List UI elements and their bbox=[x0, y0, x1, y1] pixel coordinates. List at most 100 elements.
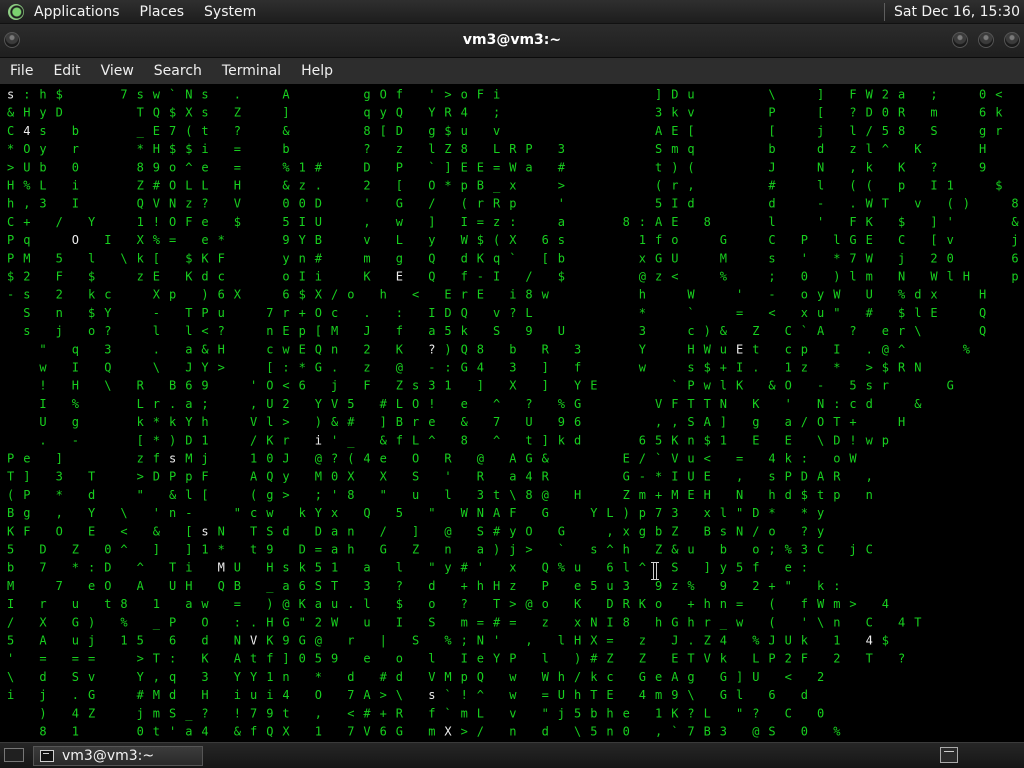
matrix-character: ] bbox=[930, 215, 937, 229]
matrix-character: j bbox=[849, 543, 856, 557]
matrix-character: ] bbox=[428, 215, 435, 229]
matrix-row: > Ub 0 8 9 o ^ e =% 1 # D P `] E E = Wa # t)(J N, k K? 9 bbox=[7, 160, 986, 174]
matrix-character: W bbox=[461, 233, 469, 247]
matrix-character: R bbox=[137, 379, 145, 393]
matrix-character: F bbox=[56, 270, 63, 284]
matrix-character: g bbox=[72, 415, 79, 429]
matrix-character: F bbox=[801, 652, 808, 666]
matrix-character: * bbox=[299, 361, 306, 375]
matrix-row: 5 Au j 1 5 6 d N V K 9 G @ r | S%; N ', l H X = z J. Z 4% J Uk 1 4 $ bbox=[7, 634, 889, 648]
matrix-character: 4 bbox=[363, 452, 370, 466]
distro-logo-icon[interactable] bbox=[8, 3, 24, 20]
taskbar-terminal-button[interactable]: vm3@vm3:~ bbox=[33, 746, 203, 766]
matrix-character: q bbox=[493, 251, 500, 265]
matrix-character: w bbox=[736, 615, 744, 629]
matrix-character: 4 bbox=[768, 452, 775, 466]
matrix-character: > bbox=[525, 543, 532, 557]
matrix-character: & bbox=[461, 415, 469, 429]
menu-view[interactable]: View bbox=[101, 63, 134, 79]
matrix-character: G bbox=[282, 615, 289, 629]
matrix-character: M bbox=[23, 251, 30, 265]
matrix-character: S bbox=[930, 124, 937, 138]
matrix-character: / bbox=[380, 524, 387, 538]
matrix-character: % bbox=[23, 179, 31, 193]
matrix-character: K bbox=[201, 652, 209, 666]
places-menu[interactable]: Places bbox=[140, 4, 185, 20]
matrix-character: ] bbox=[412, 524, 419, 538]
matrix-character: : bbox=[169, 652, 176, 666]
menu-edit[interactable]: Edit bbox=[53, 63, 80, 79]
matrix-character: d bbox=[574, 433, 581, 447]
matrix-character: L bbox=[185, 179, 192, 193]
matrix-character: ] bbox=[720, 415, 727, 429]
matrix-character: U bbox=[39, 415, 46, 429]
menu-file[interactable]: File bbox=[10, 63, 33, 79]
matrix-character: \ bbox=[104, 379, 111, 393]
matrix-character: q bbox=[687, 142, 694, 156]
matrix-character: M bbox=[720, 251, 727, 265]
matrix-character: T bbox=[169, 561, 176, 575]
matrix-character: * bbox=[218, 543, 225, 557]
matrix-character: _ bbox=[137, 124, 145, 138]
matrix-character: U bbox=[23, 160, 30, 174]
matrix-character: \ bbox=[687, 688, 694, 702]
matrix-character: F bbox=[477, 88, 484, 102]
matrix-character: G bbox=[315, 361, 322, 375]
matrix-row: T] 3 T > D Pp F A Qy M 0 X X S ' Ra 4 R G - * I U E, s P D A R, bbox=[7, 470, 873, 484]
show-desktop-icon[interactable] bbox=[4, 748, 24, 762]
matrix-character: ' bbox=[331, 488, 338, 502]
matrix-character: r bbox=[671, 179, 678, 193]
matrix-character: z bbox=[185, 197, 192, 211]
applications-menu[interactable]: Applications bbox=[34, 4, 120, 20]
matrix-character: X bbox=[590, 634, 598, 648]
menu-search[interactable]: Search bbox=[154, 63, 202, 79]
matrix-character: P bbox=[785, 470, 792, 484]
matrix-character: @ bbox=[315, 634, 322, 648]
matrix-character: N bbox=[590, 615, 597, 629]
matrix-character: D bbox=[39, 543, 46, 557]
matrix-character: t bbox=[250, 543, 257, 557]
workspace-switcher-icon[interactable] bbox=[940, 747, 958, 763]
matrix-character: k bbox=[785, 452, 793, 466]
matrix-character: o bbox=[752, 543, 759, 557]
matrix-character: H bbox=[574, 634, 581, 648]
matrix-character: i bbox=[266, 688, 273, 702]
matrix-character: c bbox=[218, 270, 225, 284]
matrix-character: ! bbox=[849, 433, 856, 447]
terminal-output-area[interactable]: s: h $7 s w ` Ns. Ag Of ' > o Fi] Du \] F W 2 a; 0 < & Hy D T Q $ X… bbox=[0, 84, 1024, 742]
matrix-character: N bbox=[736, 524, 743, 538]
matrix-character: r bbox=[477, 197, 484, 211]
terminal-window-titlebar[interactable]: vm3@vm3:~ bbox=[0, 24, 1024, 58]
matrix-character: * bbox=[801, 506, 808, 520]
matrix-character: H bbox=[687, 342, 694, 356]
matrix-character: ) bbox=[88, 615, 95, 629]
matrix-character: , bbox=[606, 524, 613, 538]
matrix-character: ) bbox=[574, 652, 581, 666]
matrix-character: L bbox=[477, 706, 484, 720]
matrix-character: > bbox=[7, 160, 14, 174]
matrix-character: & bbox=[282, 124, 290, 138]
matrix-character: ' bbox=[363, 197, 370, 211]
matrix-character: V bbox=[153, 197, 160, 211]
matrix-character: A bbox=[363, 688, 371, 702]
close-button[interactable] bbox=[1004, 32, 1020, 48]
matrix-character: + bbox=[687, 597, 694, 611]
matrix-character: ^ bbox=[898, 342, 905, 356]
matrix-character: ) bbox=[444, 342, 451, 356]
matrix-character: n bbox=[299, 251, 306, 265]
maximize-button[interactable] bbox=[978, 32, 994, 48]
minimize-button[interactable] bbox=[952, 32, 968, 48]
matrix-character: g bbox=[363, 88, 370, 102]
matrix-character: . bbox=[315, 179, 322, 193]
matrix-character: s bbox=[687, 361, 694, 375]
matrix-character: 1 bbox=[720, 433, 727, 447]
system-menu[interactable]: System bbox=[204, 4, 256, 20]
menu-terminal[interactable]: Terminal bbox=[222, 63, 281, 79]
menu-help[interactable]: Help bbox=[301, 63, 333, 79]
clock[interactable]: Sat Dec 16, 15:30 bbox=[894, 4, 1020, 20]
matrix-character: p bbox=[185, 470, 192, 484]
matrix-character: 0 bbox=[72, 160, 79, 174]
matrix-character: ? bbox=[461, 597, 468, 611]
matrix-character: ` bbox=[558, 543, 565, 557]
matrix-character: l bbox=[817, 179, 824, 193]
